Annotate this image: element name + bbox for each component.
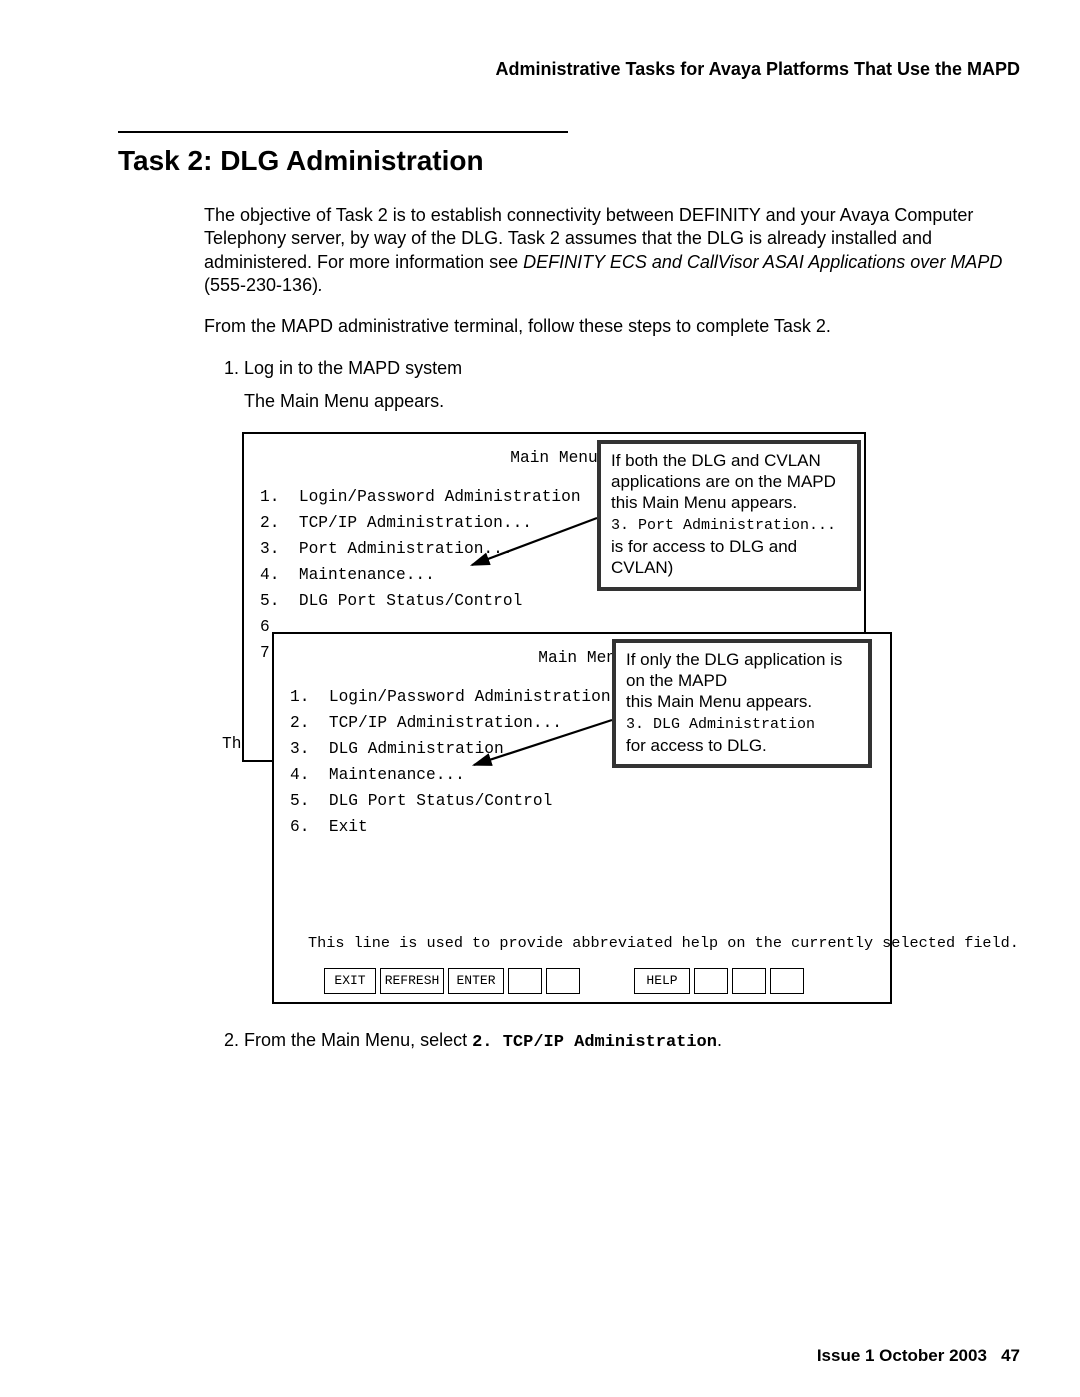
softkey-enter[interactable]: ENTER [448,968,504,994]
running-header: Administrative Tasks for Avaya Platforms… [118,58,1020,81]
callout-dlg-only: If only the DLG application is on the MA… [612,639,872,769]
softkey-exit[interactable]: EXIT [324,968,376,994]
page-footer: Issue 1 October 2003 47 [817,1345,1020,1367]
body-text: The objective of Task 2 is to establish … [204,204,1010,414]
intro-paragraph-1: The objective of Task 2 is to establish … [204,204,1010,298]
softkey-blank-3[interactable] [694,968,728,994]
intro-paragraph-2: From the MAPD administrative terminal, f… [204,315,1010,338]
title-rule [118,131,568,133]
softkey-blank-1[interactable] [508,968,542,994]
menu1-item-5: 5. DLG Port Status/Control [260,589,848,615]
body-text-2: 2. From the Main Menu, select 2. TCP/IP … [204,1029,1010,1054]
step-list: Log in to the MAPD system The Main Menu … [204,357,1010,414]
terminal-diagram: Main Menu 1. Login/Password Administrati… [242,432,870,1007]
callout2-code: 3. DLG Administration [626,716,815,733]
softkey-blank-2[interactable] [546,968,580,994]
help-line: This line is used to provide abbreviated… [308,931,1019,955]
softkey-help[interactable]: HELP [634,968,690,994]
step-2: 2. From the Main Menu, select 2. TCP/IP … [224,1029,1010,1054]
doc-reference-title: DEFINITY ECS and CallVisor ASAI Applicat… [523,252,1002,272]
menu2-item-5: 5. DLG Port Status/Control [290,789,874,815]
truncated-th: Th [222,732,241,758]
step-2-command: 2. TCP/IP Administration [472,1033,717,1052]
softkey-blank-5[interactable] [770,968,804,994]
issue-label: Issue 1 October 2003 [817,1346,987,1365]
softkey-refresh[interactable]: REFRESH [380,968,444,994]
softkey-row: EXIT REFRESH ENTER HELP [324,968,804,994]
task-title: Task 2: DLG Administration [118,143,1020,179]
menu2-item-6: 6. Exit [290,815,874,841]
callout-both-apps: If both the DLG and CVLAN applications a… [597,440,861,591]
page: Administrative Tasks for Avaya Platforms… [0,0,1080,1397]
step-1-result: The Main Menu appears. [244,390,1010,413]
softkey-blank-4[interactable] [732,968,766,994]
page-number: 47 [1001,1346,1020,1365]
callout1-code: 3. Port Administration... [611,517,836,534]
step-1: Log in to the MAPD system The Main Menu … [244,357,1010,414]
